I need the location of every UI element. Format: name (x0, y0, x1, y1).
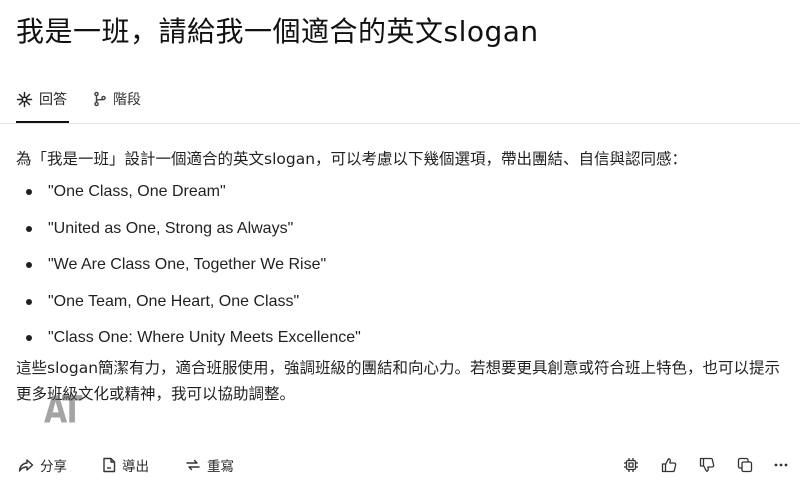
tab-steps-label: 階段 (113, 92, 141, 108)
bullet-icon (26, 189, 32, 195)
sources-button[interactable] (620, 454, 642, 476)
tabs-divider (0, 123, 800, 124)
slogan-text: "We Are Class One, Together We Rise" (48, 256, 327, 273)
list-item: "Class One: Where Unity Meets Excellence… (16, 325, 786, 362)
export-button[interactable]: 導出 (102, 452, 149, 478)
rewrite-label: 重寫 (207, 459, 234, 475)
bullet-icon (26, 262, 32, 268)
copy-button[interactable] (734, 454, 756, 476)
slogan-text: "One Team, One Heart, One Class" (48, 292, 300, 310)
slogan-text: "Class One: Where Unity Meets Excellence… (48, 329, 361, 346)
more-icon (773, 457, 789, 473)
tab-answer-label: 回答 (39, 92, 67, 108)
list-item: "United as One, Strong as Always" (16, 216, 786, 253)
branch-icon (93, 91, 107, 107)
rewrite-button[interactable]: 重寫 (185, 452, 234, 478)
export-icon (102, 457, 116, 473)
more-options-button[interactable] (770, 454, 792, 476)
thumbs-down-button[interactable] (696, 454, 718, 476)
bullet-icon (26, 225, 32, 232)
tab-answer[interactable]: 回答 (16, 84, 67, 114)
share-label: 分享 (40, 459, 67, 475)
share-button[interactable]: 分享 (18, 452, 67, 478)
tab-steps[interactable]: 階段 (93, 84, 141, 114)
export-label: 導出 (122, 459, 149, 475)
bullet-icon (26, 298, 32, 305)
slogan-list: "One Class, One Dream" "United as One, S… (16, 179, 786, 362)
page-title: 我是一班，請給我一個適合的英文slogan (16, 15, 539, 48)
answer-action-bar: 分享 導出 重寫 (0, 452, 800, 480)
slogan-text: "One Class, One Dream" (48, 183, 226, 200)
answer-tabs: 回答 階段 (0, 78, 800, 124)
thumbs-up-button[interactable] (658, 454, 680, 476)
thumbs-up-icon (661, 457, 677, 473)
copy-icon (737, 457, 753, 473)
answer-intro: 為「我是一班」設計一個適合的英文slogan，可以考慮以下幾個選項，帶出團結、自… (16, 150, 688, 168)
list-item: "One Class, One Dream" (16, 179, 786, 216)
answer-closing: 這些slogan簡潔有力，適合班服使用，強調班級的團結和向心力。若想要更具創意或… (16, 358, 781, 403)
watermark-logo: AT (44, 388, 82, 433)
thumbs-down-icon (699, 457, 715, 473)
list-item: "One Team, One Heart, One Class" (16, 289, 786, 326)
sparkle-icon (16, 91, 33, 108)
rewrite-icon (185, 457, 201, 473)
slogan-text: "United as One, Strong as Always" (48, 219, 294, 237)
list-item: "We Are Class One, Together We Rise" (16, 252, 786, 289)
bullet-icon (26, 335, 32, 341)
answer-content: 為「我是一班」設計一個適合的英文slogan，可以考慮以下幾個選項，帶出團結、自… (16, 146, 786, 407)
share-icon (18, 457, 34, 473)
chip-icon (623, 457, 639, 473)
